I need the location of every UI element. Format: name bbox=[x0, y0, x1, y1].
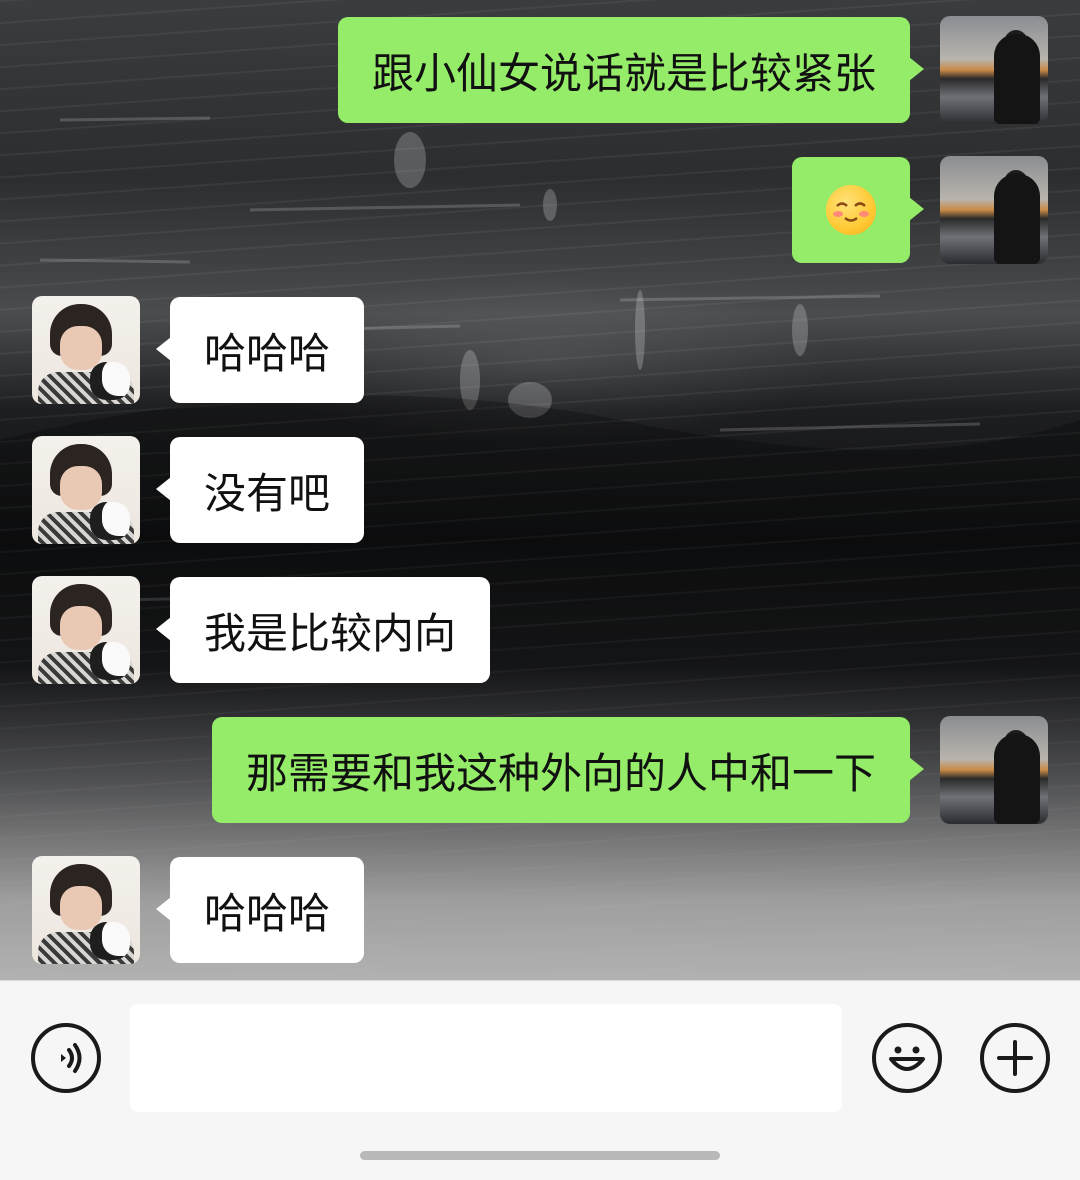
message-text: 哈哈哈 bbox=[204, 888, 331, 938]
message-bubble-received[interactable]: 哈哈哈 bbox=[155, 857, 365, 963]
message-bubble-received[interactable]: 我是比较内向 bbox=[155, 577, 491, 683]
contact-avatar[interactable] bbox=[32, 576, 140, 684]
voice-icon[interactable] bbox=[31, 1023, 101, 1093]
message-input[interactable] bbox=[130, 1004, 842, 1112]
input-bar bbox=[0, 980, 1080, 1180]
chat-screen: 跟小仙女说话就是比较紧张 哈哈哈 没有吧 我是比较内向 那需要和我这种外向的人中… bbox=[0, 0, 1080, 1180]
emoji-icon[interactable] bbox=[872, 1023, 942, 1093]
my-avatar[interactable] bbox=[940, 156, 1048, 264]
home-indicator[interactable] bbox=[360, 1151, 720, 1160]
message-bubble-received[interactable]: 哈哈哈 bbox=[155, 297, 365, 403]
message-text: 哈哈哈 bbox=[204, 328, 331, 378]
contact-avatar[interactable] bbox=[32, 856, 140, 964]
shy-smile-emoji-icon bbox=[826, 185, 876, 235]
message-bubble-sent[interactable]: 跟小仙女说话就是比较紧张 bbox=[337, 17, 925, 123]
my-avatar[interactable] bbox=[940, 16, 1048, 124]
my-avatar[interactable] bbox=[940, 716, 1048, 824]
contact-avatar[interactable] bbox=[32, 436, 140, 544]
message-text: 我是比较内向 bbox=[204, 608, 457, 658]
plus-icon[interactable] bbox=[980, 1023, 1050, 1093]
message-bubble-received[interactable]: 没有吧 bbox=[155, 437, 365, 543]
message-text: 没有吧 bbox=[204, 468, 331, 518]
contact-avatar[interactable] bbox=[32, 296, 140, 404]
message-bubble-sent[interactable] bbox=[792, 157, 924, 263]
message-text: 跟小仙女说话就是比较紧张 bbox=[371, 48, 876, 98]
message-bubble-sent[interactable]: 那需要和我这种外向的人中和一下 bbox=[211, 717, 925, 823]
message-text: 那需要和我这种外向的人中和一下 bbox=[245, 748, 876, 798]
